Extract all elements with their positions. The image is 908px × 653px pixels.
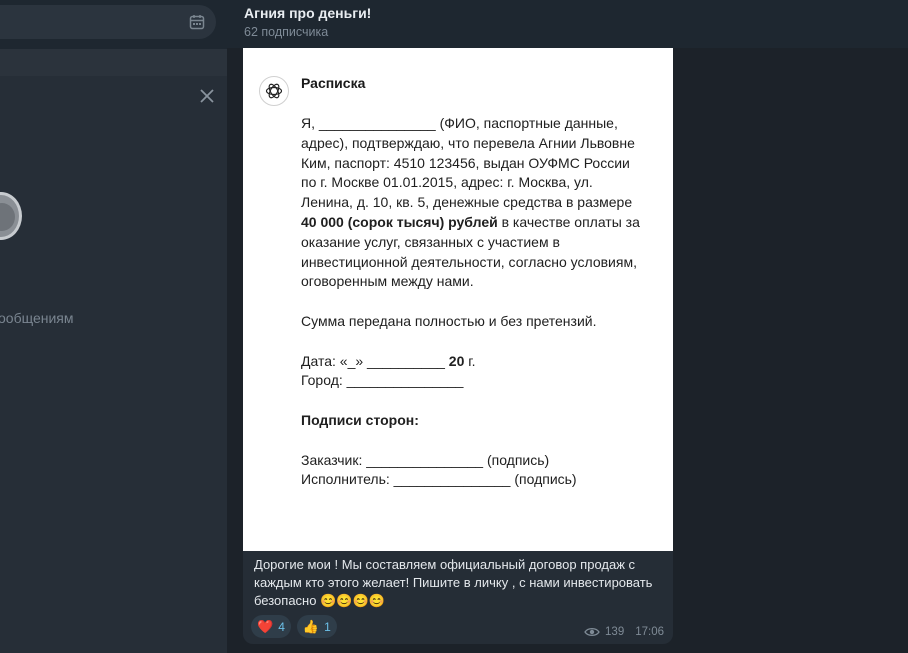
- search-input[interactable]: [0, 5, 216, 39]
- document-paragraph-2: Сумма передана полностью и без претензий…: [301, 312, 597, 329]
- sidebar: ообщениям: [0, 0, 227, 653]
- sidebar-partial-label: ообщениям: [0, 310, 74, 326]
- document-title: Расписка: [301, 75, 366, 91]
- document-image[interactable]: Расписка Я, _______________ (ФИО, паспор…: [243, 48, 673, 551]
- message-caption: Дорогие мои ! Мы составляем официальный …: [254, 557, 653, 608]
- document-body: Я, _______________ (ФИО, паспортные данн…: [301, 114, 641, 490]
- message-time: 17:06: [635, 626, 664, 638]
- message-meta: 139 17:06: [584, 626, 664, 638]
- reaction-count: 4: [278, 619, 285, 634]
- reactions: ❤️ 4 👍 1: [251, 615, 337, 639]
- thumbs-up-icon: 👍: [302, 618, 320, 634]
- executor-signature-line: Исполнитель: _______________ (подпись): [301, 471, 577, 488]
- customer-signature-line: Заказчик: _______________ (подпись): [301, 451, 550, 468]
- openai-logo-icon: [259, 76, 289, 106]
- view-count: 139: [605, 626, 625, 638]
- reaction-heart[interactable]: ❤️ 4: [251, 615, 291, 638]
- signatures-heading: Подписи сторон:: [301, 411, 419, 428]
- reaction-count: 1: [324, 619, 331, 634]
- subscriber-count: 62 подписчика: [244, 25, 329, 39]
- calendar-icon[interactable]: [188, 13, 206, 31]
- heart-icon: ❤️: [257, 618, 274, 634]
- sidebar-panel: [0, 76, 227, 653]
- document-paragraph: Я, _______________ (ФИО, паспортные данн…: [301, 115, 640, 290]
- channel-title: Агния про деньги!: [244, 5, 372, 21]
- close-icon[interactable]: [198, 87, 216, 105]
- reaction-thumbs-up[interactable]: 👍 1: [296, 615, 337, 638]
- chat-header[interactable]: Агния про деньги! 62 подписчика: [227, 0, 908, 48]
- chat-area: Агния про деньги! 62 подписчика Расписка…: [227, 0, 908, 653]
- city-line: Город: _______________: [301, 372, 464, 389]
- amount-text: 40 000 (сорок тысяч) рублей: [301, 213, 498, 230]
- eye-icon: [584, 627, 600, 637]
- message-bubble[interactable]: Расписка Я, _______________ (ФИО, паспор…: [243, 48, 673, 644]
- sidebar-strip: [0, 49, 227, 76]
- date-line: Дата: «_» __________ 20 г.: [301, 352, 476, 369]
